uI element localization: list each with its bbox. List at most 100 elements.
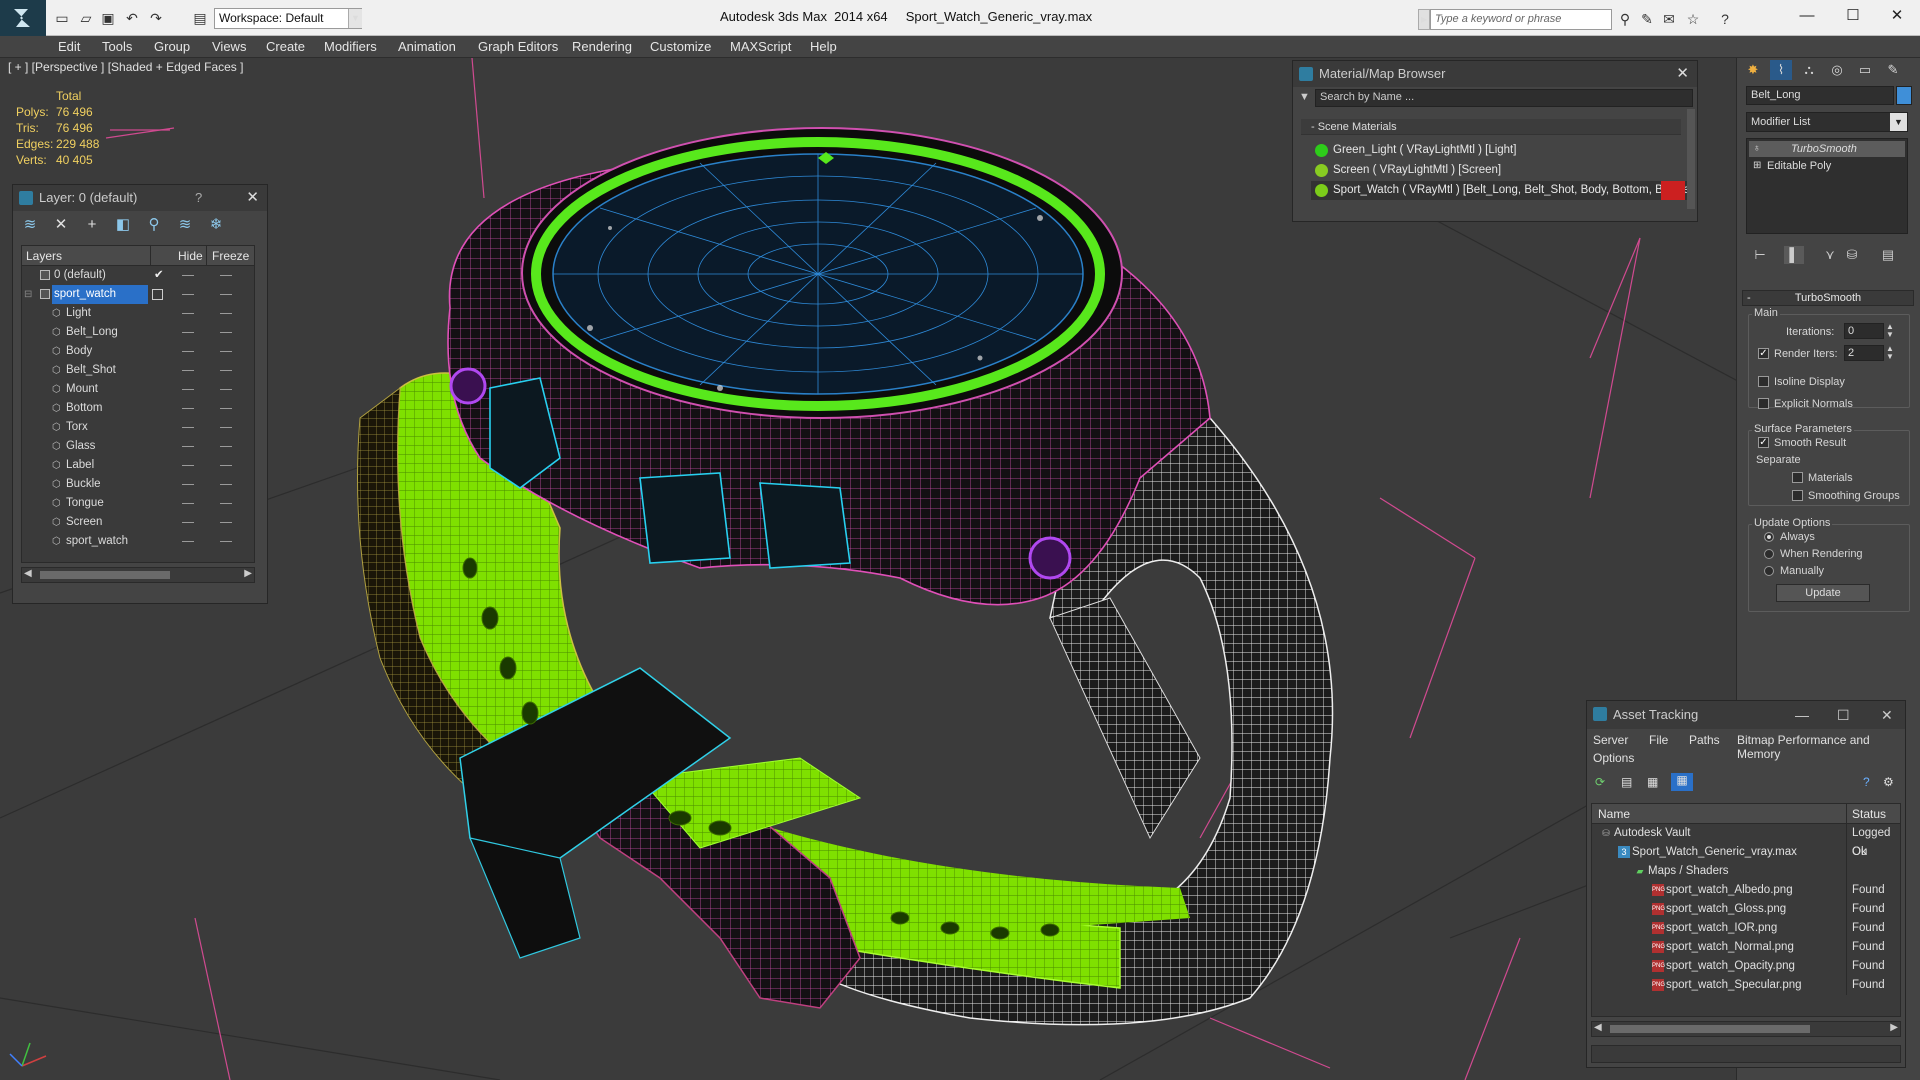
scroll-left-icon[interactable]: ◀ — [1594, 1022, 1602, 1033]
spinner-arrows-icon[interactable]: ▲ ▼ — [1886, 323, 1894, 339]
hide-all-layers-icon[interactable]: ≋ — [174, 215, 196, 235]
menu-rendering[interactable]: Rendering — [570, 36, 634, 58]
freeze-toggle[interactable] — [220, 370, 232, 371]
material-item-selected[interactable]: Sport_Watch ( VRayMtl ) [Belt_Long, Belt… — [1311, 181, 1693, 200]
freeze-toggle[interactable] — [220, 446, 232, 447]
chevron-down-icon[interactable]: ▼ — [1890, 113, 1907, 131]
hide-toggle[interactable] — [182, 465, 194, 466]
freeze-toggle[interactable] — [220, 503, 232, 504]
minimize-window-icon[interactable]: — — [1784, 0, 1830, 32]
modify-tab-icon[interactable]: ⌇ — [1770, 60, 1792, 80]
close-icon[interactable]: ✕ — [246, 185, 259, 211]
freeze-toggle[interactable] — [220, 408, 232, 409]
layer-row-selected[interactable]: ⊟ sport_watch — [22, 285, 254, 304]
freeze-toggle[interactable] — [220, 541, 232, 542]
create-layer-icon[interactable]: ≋ — [19, 215, 41, 235]
configure-sets-icon[interactable]: ▤ — [1878, 246, 1898, 264]
menu-paths[interactable]: Paths — [1689, 733, 1720, 747]
freeze-toggle[interactable] — [220, 522, 232, 523]
render-iters-checkbox[interactable]: ✓ — [1758, 348, 1769, 359]
delete-layer-icon[interactable]: ✕ — [50, 215, 72, 235]
show-end-result-icon[interactable]: ▌ — [1784, 246, 1804, 264]
set-current-layer-icon[interactable] — [152, 289, 163, 300]
menu-animation[interactable]: Animation — [396, 36, 458, 58]
layer-object-row[interactable]: ⬡ Body — [22, 342, 254, 361]
favorites-star-icon[interactable]: ☆ — [1684, 10, 1702, 28]
hierarchy-tab-icon[interactable]: ⛬ — [1798, 60, 1820, 80]
layer-object-row[interactable]: ⬡ Belt_Shot — [22, 361, 254, 380]
hide-toggle[interactable] — [182, 408, 194, 409]
menu-graph-editors[interactable]: Graph Editors — [476, 36, 560, 58]
help-icon[interactable]: ? — [1863, 775, 1870, 789]
refresh-icon[interactable]: ⟳ — [1595, 775, 1605, 789]
layer-horizontal-scrollbar[interactable]: ◀ ▶ — [21, 567, 255, 583]
menu-modifiers[interactable]: Modifiers — [322, 36, 379, 58]
browser-options-icon[interactable]: ▼ — [1299, 91, 1310, 103]
highlight-layer-icon[interactable]: ⚲ — [143, 215, 165, 235]
explicit-normals-checkbox[interactable] — [1758, 398, 1769, 409]
subscription-icon[interactable]: ✎ — [1638, 10, 1656, 28]
asset-row[interactable]: PNG sport_watch_IOR.png Found — [1592, 919, 1900, 938]
chevron-down-icon[interactable]: ▼ — [348, 9, 362, 28]
project-folder-icon[interactable]: ▤ — [190, 8, 210, 28]
always-radio[interactable] — [1764, 532, 1774, 542]
spinner-arrows-icon[interactable]: ▲ ▼ — [1886, 345, 1894, 361]
smoothing-groups-checkbox[interactable] — [1792, 490, 1803, 501]
hide-toggle[interactable] — [182, 351, 194, 352]
pin-stack-icon[interactable]: ⊢ — [1750, 246, 1770, 264]
maximize-window-icon[interactable]: ☐ — [1830, 0, 1876, 32]
hide-toggle[interactable] — [182, 389, 194, 390]
asset-row[interactable]: PNG sport_watch_Albedo.png Found — [1592, 881, 1900, 900]
smooth-result-checkbox[interactable]: ✓ — [1758, 437, 1769, 448]
hide-toggle[interactable] — [182, 313, 194, 314]
freeze-toggle[interactable] — [220, 465, 232, 466]
layer-object-row[interactable]: ⬡ sport_watch — [22, 532, 254, 551]
iterations-spinner[interactable]: 0 — [1844, 323, 1884, 339]
freeze-toggle[interactable] — [220, 484, 232, 485]
freeze-toggle[interactable] — [220, 427, 232, 428]
new-file-icon[interactable]: ▭ — [52, 8, 72, 28]
display-tab-icon[interactable]: ▭ — [1854, 60, 1876, 80]
render-iters-spinner[interactable]: 2 — [1844, 345, 1884, 361]
manually-radio[interactable] — [1764, 566, 1774, 576]
workspace-dropdown[interactable]: Workspace: Default — [214, 8, 362, 29]
hide-toggle[interactable] — [182, 370, 194, 371]
column-layers[interactable]: Layers — [26, 249, 62, 263]
light-bulb-icon[interactable]: ♁ — [1753, 141, 1761, 157]
save-file-icon[interactable]: ▣ — [98, 8, 118, 28]
layer-object-row[interactable]: ⬡ Belt_Long — [22, 323, 254, 342]
asset-horizontal-scrollbar[interactable]: ◀ ▶ — [1591, 1021, 1901, 1037]
layer-object-row[interactable]: ⬡ Glass — [22, 437, 254, 456]
settings-icon[interactable]: ⚙ — [1883, 775, 1894, 789]
menu-customize[interactable]: Customize — [648, 36, 713, 58]
materials-checkbox[interactable] — [1792, 472, 1803, 483]
asset-row[interactable]: 3 Sport_Watch_Generic_vray.max Ok — [1592, 843, 1900, 862]
menu-options[interactable]: Options — [1593, 751, 1634, 765]
update-button[interactable]: Update — [1776, 584, 1870, 602]
asset-row[interactable]: PNG sport_watch_Normal.png Found — [1592, 938, 1900, 957]
menu-help[interactable]: Help — [808, 36, 839, 58]
hide-toggle[interactable] — [182, 522, 194, 523]
layer-object-row[interactable]: ⬡ Tongue — [22, 494, 254, 513]
expand-plus-icon[interactable]: ⊞ — [1753, 158, 1761, 174]
active-layer-check-icon[interactable]: ✔ — [154, 266, 164, 285]
isoline-checkbox[interactable] — [1758, 376, 1769, 387]
layer-help-button[interactable]: ? — [195, 185, 202, 211]
make-unique-icon[interactable]: ⋎ — [1820, 246, 1840, 264]
layer-object-row[interactable]: ⬡ Torx — [22, 418, 254, 437]
menu-server[interactable]: Server — [1593, 733, 1628, 747]
motion-tab-icon[interactable]: ◎ — [1826, 60, 1848, 80]
expand-search-icon[interactable]: ▶ — [1418, 9, 1430, 30]
menu-bitmap-performance[interactable]: Bitmap Performance and Memory — [1737, 733, 1905, 761]
scroll-thumb[interactable] — [1610, 1025, 1810, 1033]
layer-panel-titlebar[interactable]: Layer: 0 (default) ? ✕ — [13, 185, 267, 211]
when-rendering-radio[interactable] — [1764, 549, 1774, 559]
keyword-search-input[interactable]: Type a keyword or phrase — [1430, 9, 1612, 30]
scene-materials-section[interactable]: - Scene Materials — [1301, 119, 1681, 135]
material-search-input[interactable]: Search by Name ... — [1315, 89, 1693, 107]
material-item[interactable]: Screen ( VRayLightMtl ) [Screen] — [1311, 161, 1707, 180]
layer-row-default[interactable]: 0 (default) ✔ — [22, 266, 254, 285]
menu-file[interactable]: File — [1649, 733, 1668, 747]
layer-object-row[interactable]: ⬡ Light — [22, 304, 254, 323]
freeze-toggle[interactable] — [220, 389, 232, 390]
